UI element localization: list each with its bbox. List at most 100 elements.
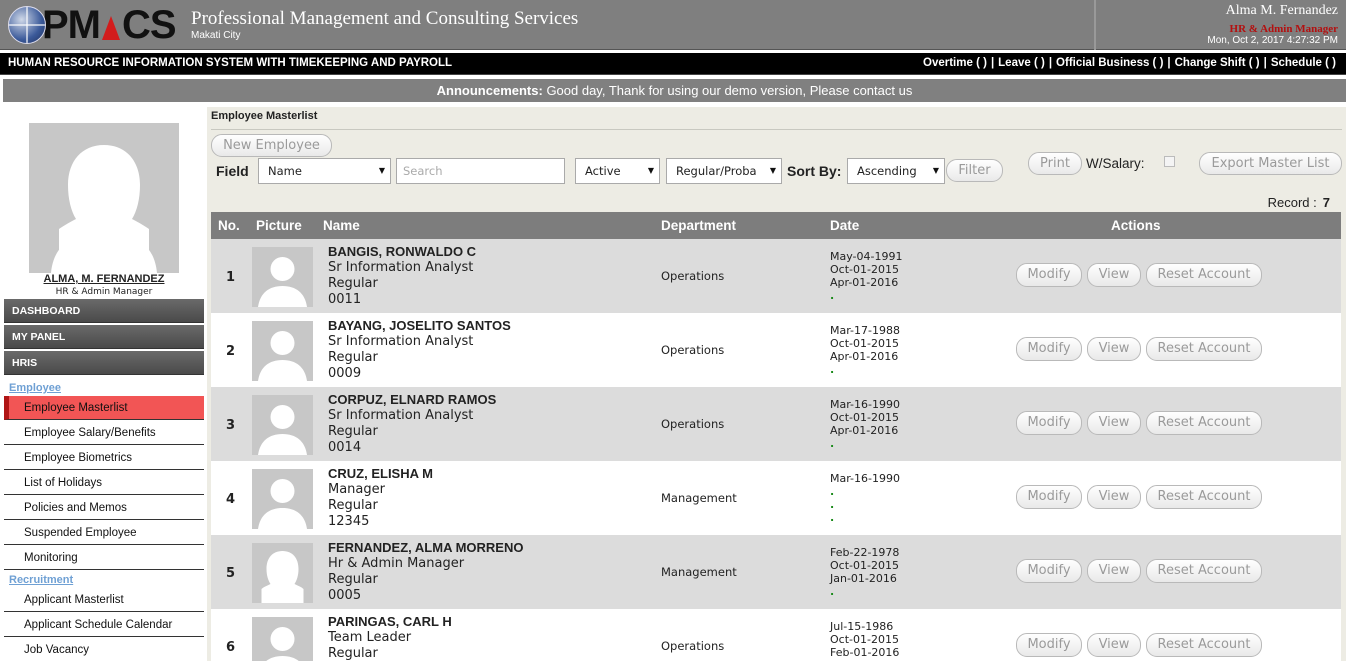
sidebar-item-schedule-calendar[interactable]: Applicant Schedule Calendar <box>4 613 204 637</box>
reset-account-button[interactable]: Reset Account <box>1146 633 1262 657</box>
date-line: Apr-01-2016 <box>830 276 899 289</box>
modify-button[interactable]: Modify <box>1016 411 1082 435</box>
modify-button[interactable]: Modify <box>1016 633 1082 657</box>
employee-dates: Mar-16-1990... <box>830 472 900 524</box>
sidebar-item-salary-benefits[interactable]: Employee Salary/Benefits <box>4 421 204 445</box>
view-button[interactable]: View <box>1087 485 1141 509</box>
employment-type-select[interactable]: Regular/Proba <box>666 158 782 184</box>
top-nav: HUMAN RESOURCE INFORMATION SYSTEM WITH T… <box>0 51 1346 75</box>
reset-account-button[interactable]: Reset Account <box>1146 263 1262 287</box>
view-button[interactable]: View <box>1087 559 1141 583</box>
menu-dashboard[interactable]: DASHBOARD <box>4 299 204 323</box>
sidebar: ALMA, M. FERNANDEZ HR & Admin Manager DA… <box>4 107 204 661</box>
sidebar-item-applicant-masterlist[interactable]: Applicant Masterlist <box>4 588 204 612</box>
profile-role: HR & Admin Manager <box>55 287 153 297</box>
modify-button[interactable]: Modify <box>1016 263 1082 287</box>
view-button[interactable]: View <box>1087 263 1141 287</box>
employee-name[interactable]: CORPUZ, ELNARD RAMOS <box>328 392 496 408</box>
date-line: Mar-16-1990 <box>830 398 900 411</box>
company-city: Makati City <box>191 30 241 41</box>
company-logo: PM CS <box>8 3 177 47</box>
modify-button[interactable]: Modify <box>1016 559 1082 583</box>
employee-position: Sr Information Analyst <box>328 334 474 349</box>
search-input[interactable]: Search <box>396 158 565 184</box>
print-button[interactable]: Print <box>1028 152 1082 175</box>
current-datetime: Mon, Oct 2, 2017 4:27:32 PM <box>1207 35 1338 46</box>
table-row: 4 CRUZ, ELISHA M Manager Regular 12345 Manage… <box>211 461 1341 535</box>
employee-department: Management <box>661 491 737 505</box>
status-select[interactable]: Active <box>575 158 660 184</box>
link-official-business[interactable]: Official Business ( ) <box>1056 57 1163 69</box>
link-schedule[interactable]: Schedule ( ) <box>1271 57 1336 69</box>
employee-name[interactable]: BANGIS, RONWALDO C <box>328 244 476 260</box>
row-number: 3 <box>226 418 236 433</box>
profile-name[interactable]: ALMA, M. FERNANDEZ <box>4 273 204 285</box>
app-header: PM CS Professional Management and Consult… <box>0 0 1346 50</box>
sidebar-item-monitoring[interactable]: Monitoring <box>4 546 204 570</box>
filter-button[interactable]: Filter <box>946 159 1003 182</box>
employee-name[interactable]: CRUZ, ELISHA M <box>328 466 433 482</box>
employee-photo <box>252 321 313 381</box>
reset-account-button[interactable]: Reset Account <box>1146 559 1262 583</box>
link-change-shift[interactable]: Change Shift ( ) <box>1175 57 1260 69</box>
new-employee-button[interactable]: New Employee <box>211 134 332 157</box>
field-select[interactable]: Name <box>258 158 391 184</box>
logo-right-text: CS <box>122 3 177 47</box>
reset-account-button[interactable]: Reset Account <box>1146 485 1262 509</box>
view-button[interactable]: View <box>1087 337 1141 361</box>
sidebar-item-suspended[interactable]: Suspended Employee <box>4 521 204 545</box>
logo-triangle-icon <box>102 16 120 40</box>
col-actions: Actions <box>1111 218 1161 233</box>
employee-photo <box>252 543 313 603</box>
link-overtime[interactable]: Overtime ( ) <box>923 57 987 69</box>
male-silhouette-icon <box>266 627 299 661</box>
modify-button[interactable]: Modify <box>1016 337 1082 361</box>
employee-dates: Mar-16-1990 Oct-01-2015 Apr-01-2016. <box>830 398 900 450</box>
sidebar-item-policies-memos[interactable]: Policies and Memos <box>4 496 204 520</box>
sidebar-item-biometrics[interactable]: Employee Biometrics <box>4 446 204 470</box>
employee-position: Sr Information Analyst <box>328 260 474 275</box>
section-recruitment[interactable]: Recruitment <box>9 574 73 586</box>
main-content: Employee Masterlist New Employee Field N… <box>207 107 1346 661</box>
date-line: Oct-01-2015 <box>830 559 899 572</box>
employee-name-cell: CORPUZ, ELNARD RAMOS Sr Information Analy… <box>328 392 496 456</box>
section-employee[interactable]: Employee <box>9 382 61 394</box>
announcement-text: Good day, Thank for using our demo versi… <box>546 83 913 98</box>
link-separator: | <box>990 57 995 69</box>
date-line: . <box>830 289 835 302</box>
employee-name[interactable]: FERNANDEZ, ALMA MORRENO <box>328 540 523 556</box>
modify-button[interactable]: Modify <box>1016 485 1082 509</box>
col-no: No. <box>218 218 240 233</box>
user-role: HR & Admin Manager <box>1229 23 1338 35</box>
view-button[interactable]: View <box>1087 411 1141 435</box>
export-master-list-button[interactable]: Export Master List <box>1199 152 1342 175</box>
sidebar-item-job-vacancy[interactable]: Job Vacancy <box>4 638 204 661</box>
date-line: Oct-01-2015 <box>830 337 899 350</box>
menu-hris[interactable]: HRIS <box>4 351 204 375</box>
announcement-label: Announcements: <box>436 83 543 98</box>
date-line: . <box>830 363 835 376</box>
reset-account-button[interactable]: Reset Account <box>1146 411 1262 435</box>
employee-status: Regular <box>328 498 378 513</box>
sidebar-item-employee-masterlist[interactable]: Employee Masterlist <box>4 396 204 420</box>
table-row: 1 BANGIS, RONWALDO C Sr Information Analys… <box>211 239 1341 313</box>
employee-name[interactable]: PARINGAS, CARL H <box>328 614 452 630</box>
col-department: Department <box>661 218 737 233</box>
user-info: Alma M. Fernandez HR & Admin Manager Mon… <box>1094 0 1346 50</box>
employee-id: 0005 <box>328 588 362 603</box>
view-button[interactable]: View <box>1087 633 1141 657</box>
employee-id: 0011 <box>328 292 362 307</box>
date-line: . <box>830 485 835 498</box>
w-salary-checkbox[interactable] <box>1164 156 1175 167</box>
employee-department: Management <box>661 565 737 579</box>
col-picture: Picture <box>256 218 302 233</box>
reset-account-button[interactable]: Reset Account <box>1146 337 1262 361</box>
date-line: Feb-22-1978 <box>830 546 900 559</box>
sidebar-item-holidays[interactable]: List of Holidays <box>4 471 204 495</box>
male-silhouette-icon <box>258 479 307 529</box>
employee-position: Team Leader <box>328 630 412 645</box>
link-leave[interactable]: Leave ( ) <box>998 57 1045 69</box>
menu-my-panel[interactable]: MY PANEL <box>4 325 204 349</box>
sort-select[interactable]: Ascending <box>847 158 945 184</box>
employee-name[interactable]: BAYANG, JOSELITO SANTOS <box>328 318 511 334</box>
